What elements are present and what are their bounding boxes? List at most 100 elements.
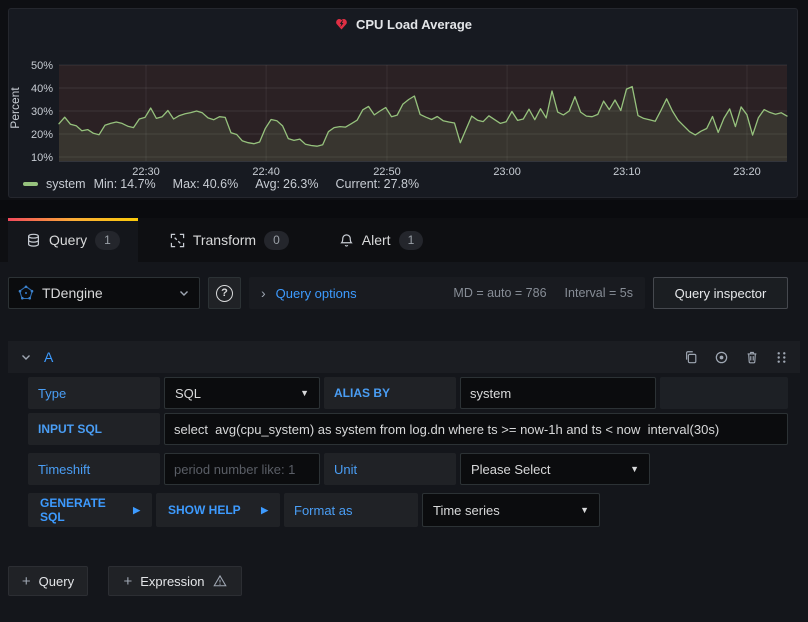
editor-divider [0, 200, 808, 218]
add-expression-label: Expression [140, 574, 204, 589]
arrow-right-icon: ▶ [261, 505, 268, 516]
type-select[interactable]: SQL ▼ [164, 377, 320, 409]
alias-by-input[interactable] [460, 377, 656, 409]
legend-current-value: 27.8% [384, 177, 419, 191]
svg-text:30%: 30% [31, 106, 53, 118]
tab-query-label: Query [49, 232, 87, 248]
cpu-load-chart[interactable]: 50%40%30%20%10%22:3022:4022:5023:0023:10… [23, 53, 789, 179]
plus-icon: + [123, 573, 132, 590]
query-options-summary: MD = auto = 786 Interval = 5s [453, 286, 633, 300]
panel-header[interactable]: CPU Load Average [9, 9, 797, 39]
timeshift-input[interactable] [164, 453, 320, 485]
input-sql-label: INPUT SQL [28, 413, 160, 445]
database-icon [26, 233, 41, 248]
tab-transform-label: Transform [193, 232, 256, 248]
drag-handle-icon[interactable] [775, 351, 788, 364]
tdengine-logo-icon [18, 285, 34, 301]
legend-max-value: 40.6% [203, 177, 238, 191]
query-row-input-sql: INPUT SQL [28, 413, 788, 445]
plus-icon: + [22, 573, 31, 590]
chart-legend: system Min:14.7% Max:40.6% Avg:26.3% Cur… [23, 177, 422, 191]
alias-by-label: ALIAS BY [324, 377, 456, 409]
legend-avg-value: 26.3% [283, 177, 318, 191]
tab-transform[interactable]: Transform 0 [152, 218, 307, 262]
collapse-chevron-icon[interactable] [20, 351, 32, 363]
active-tab-accent [8, 218, 138, 221]
chevron-down-icon [178, 287, 190, 299]
input-sql-input[interactable] [164, 413, 788, 445]
transform-icon [170, 233, 185, 248]
query-row-actions [684, 350, 788, 365]
caret-down-icon: ▼ [300, 388, 309, 398]
interval-summary: Interval = 5s [565, 286, 633, 300]
bell-icon [339, 233, 354, 248]
legend-series-swatch[interactable] [23, 182, 38, 186]
tab-query-badge: 1 [95, 231, 120, 250]
query-row-format: GENERATE SQL ▶ SHOW HELP ▶ Format as Tim… [28, 493, 788, 527]
warning-triangle-icon [213, 574, 227, 588]
caret-down-icon: ▼ [630, 464, 639, 474]
max-data-points-summary: MD = auto = 786 [453, 286, 546, 300]
hide-response-icon[interactable] [714, 350, 729, 365]
alert-heart-break-icon [334, 17, 349, 32]
type-select-value: SQL [175, 386, 201, 401]
svg-text:23:10: 23:10 [613, 166, 641, 178]
svg-text:40%: 40% [31, 83, 53, 95]
format-as-label: Format as [284, 493, 418, 527]
legend-max-label: Max: [173, 177, 200, 191]
add-expression-button[interactable]: + Expression [108, 566, 242, 596]
query-row-type: Type SQL ▼ ALIAS BY [28, 377, 788, 409]
query-options-toggle[interactable]: Query options [276, 286, 357, 301]
legend-avg-label: Avg: [255, 177, 280, 191]
tab-alert-label: Alert [362, 232, 391, 248]
editor-tabbar: Query 1 Transform 0 Alert 1 [0, 218, 808, 262]
legend-min-label: Min: [94, 177, 118, 191]
caret-down-icon: ▼ [580, 505, 589, 515]
add-query-label: Query [39, 574, 74, 589]
datasource-picker[interactable]: TDengine [8, 277, 200, 309]
query-options-bar: › Query options MD = auto = 786 Interval… [249, 277, 645, 309]
svg-text:50%: 50% [31, 60, 53, 72]
timeshift-label: Timeshift [28, 453, 160, 485]
graph-panel: CPU Load Average Percent 50% 40% 30% 20% 10%… [8, 8, 798, 198]
svg-text:10%: 10% [31, 152, 53, 164]
query-ref-id: A [44, 349, 53, 365]
add-query-button[interactable]: + Query [8, 566, 88, 596]
svg-text:20%: 20% [31, 129, 53, 141]
legend-stats: Min:14.7% Max:40.6% Avg:26.3% Current: 27… [94, 177, 422, 191]
tab-transform-badge: 0 [264, 231, 289, 250]
y-axis-label: Percent [8, 78, 22, 138]
panel-title: CPU Load Average [356, 17, 472, 32]
legend-current-label: Current: [335, 177, 380, 191]
row-filler [660, 377, 788, 409]
help-icon: ? [216, 285, 233, 302]
chevron-right-icon: › [261, 285, 266, 301]
delete-query-icon[interactable] [745, 350, 759, 364]
unit-select[interactable]: Please Select ▼ [460, 453, 650, 485]
svg-text:23:20: 23:20 [733, 166, 761, 178]
tab-alert-badge: 1 [399, 231, 424, 250]
show-help-button[interactable]: SHOW HELP ▶ [156, 493, 280, 527]
arrow-right-icon: ▶ [133, 505, 140, 516]
query-row-timeshift: Timeshift Unit Please Select ▼ [28, 453, 788, 485]
query-toolbar: TDengine ? › Query options MD = auto = 7… [0, 277, 808, 309]
query-inspector-button[interactable]: Query inspector [653, 277, 788, 309]
format-as-select[interactable]: Time series ▼ [422, 493, 600, 527]
generate-sql-label: GENERATE SQL [40, 496, 133, 524]
generate-sql-button[interactable]: GENERATE SQL ▶ [28, 493, 152, 527]
tab-query[interactable]: Query 1 [8, 218, 138, 262]
datasource-help-button[interactable]: ? [208, 277, 241, 309]
unit-label: Unit [324, 453, 456, 485]
svg-text:23:00: 23:00 [493, 166, 521, 178]
query-row-header[interactable]: A [8, 341, 800, 373]
duplicate-query-icon[interactable] [684, 350, 698, 364]
datasource-name: TDengine [42, 285, 103, 301]
legend-series-name[interactable]: system [46, 177, 86, 191]
unit-select-value: Please Select [471, 462, 551, 477]
format-as-value: Time series [433, 503, 500, 518]
show-help-label: SHOW HELP [168, 503, 241, 517]
type-label: Type [28, 377, 160, 409]
legend-min-value: 14.7% [120, 177, 155, 191]
tab-alert[interactable]: Alert 1 [321, 218, 441, 262]
query-tab-content: TDengine ? › Query options MD = auto = 7… [0, 262, 808, 622]
